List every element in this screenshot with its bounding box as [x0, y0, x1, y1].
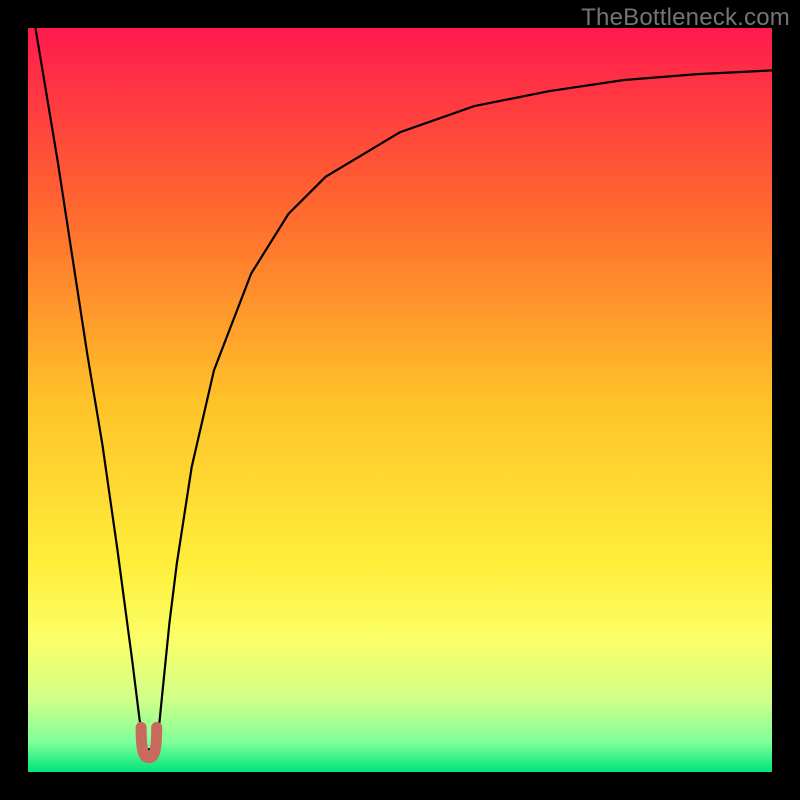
bottleneck-curve	[28, 28, 772, 772]
plot-area	[28, 28, 772, 772]
chart-container: TheBottleneck.com	[0, 0, 800, 800]
attribution-label: TheBottleneck.com	[581, 4, 790, 32]
